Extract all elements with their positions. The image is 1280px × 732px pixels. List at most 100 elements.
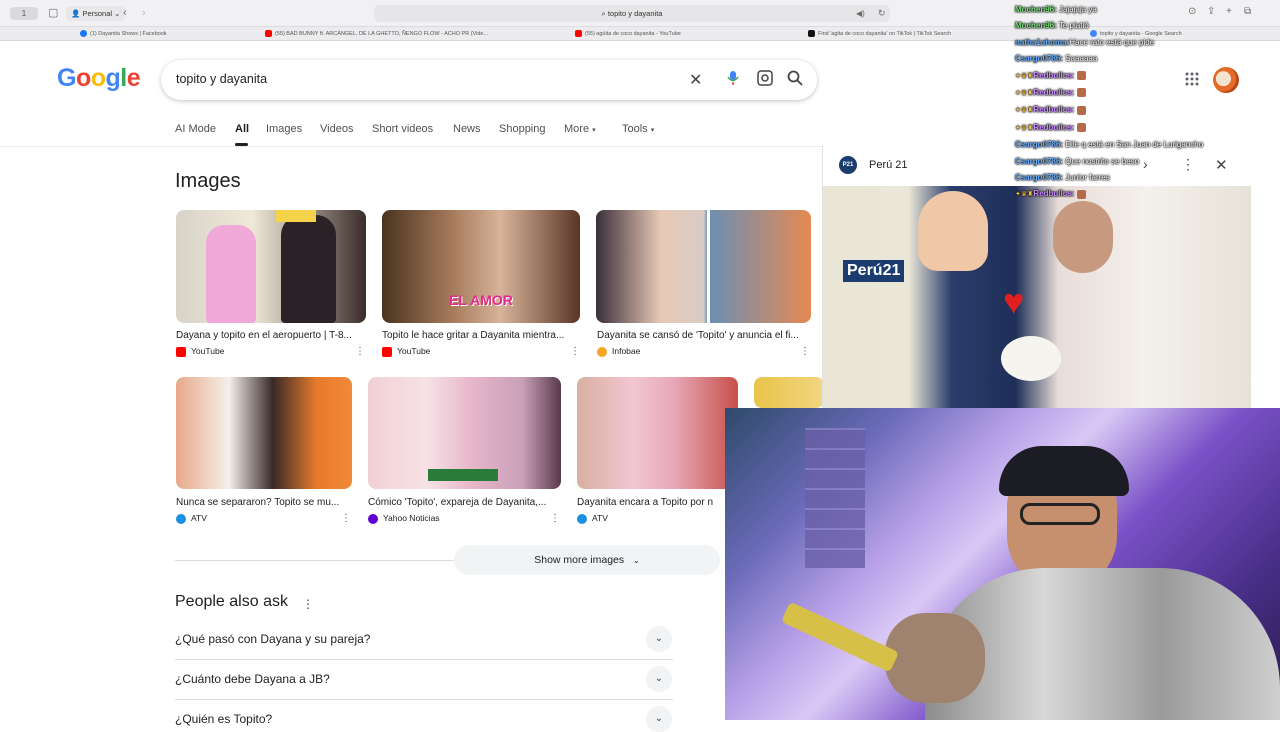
paa-question[interactable]: ¿Quién es Topito? (175, 712, 272, 726)
show-more-label: Show more images (534, 554, 625, 566)
chevron-down-icon[interactable]: ⌄ (646, 626, 672, 652)
more-options-icon[interactable]: ⋮ (355, 346, 365, 357)
tab-label: Find 'agita de coco dayanita' on TikTok … (818, 31, 952, 37)
sidebar-toggle-icon[interactable]: ▢ (48, 6, 58, 20)
image-source-label: YouTube (191, 346, 225, 356)
tab-tools-label: Tools (622, 123, 648, 135)
address-bar[interactable]: ⌕ topito y dayanita (374, 5, 890, 22)
tab-tiktok[interactable]: Find 'agita de coco dayanita' on TikTok … (808, 27, 1008, 41)
google-logo[interactable]: Google (57, 64, 141, 93)
panel-source-title[interactable]: Perú 21 (869, 159, 908, 171)
tab-videos[interactable]: Videos (320, 123, 353, 135)
profile-button[interactable]: 👤 Personal ⌄ (66, 6, 126, 21)
tab-shopping[interactable]: Shopping (499, 123, 546, 135)
back-icon[interactable]: ‹ (123, 6, 127, 20)
tab-more-label: More (564, 123, 590, 135)
tab-short-videos[interactable]: Short videos (372, 123, 433, 135)
show-more-images-button[interactable]: Show more images ⌄ (454, 545, 720, 575)
image-source[interactable]: ATV (577, 513, 608, 524)
tab-youtube-agua[interactable]: (55) agüita de coco dayanita - YouTube (575, 27, 775, 41)
image-source-label: YouTube (397, 346, 431, 356)
image-thumbnail[interactable] (176, 377, 352, 489)
image-thumbnail[interactable] (577, 377, 738, 489)
chevron-down-icon[interactable]: ⌄ (646, 666, 672, 692)
chat-username: Csargo0786: (1015, 54, 1064, 64)
chat-username: natha1ahoma: (1015, 37, 1070, 47)
chat-username: Mochen96: (1015, 21, 1057, 31)
wall-frames (805, 428, 865, 568)
profile-label: Personal (82, 9, 113, 18)
chat-badges-icon: ✦♛♜ (1015, 124, 1034, 132)
tab-youtube-badbunny[interactable]: (55) BAD BUNNY ft. ARCÁNGEL, DE LA GHETT… (265, 27, 505, 41)
tab-all[interactable]: All (235, 123, 249, 135)
tab-ai-mode[interactable]: AI Mode (175, 123, 216, 135)
image-caption[interactable]: Dayana y topito en el aeropuerto | T-8..… (176, 330, 366, 341)
paa-question[interactable]: ¿Qué pasó con Dayana y su pareja? (175, 632, 370, 646)
tab-images[interactable]: Images (266, 123, 302, 135)
image-caption[interactable]: Nunca se separaron? Topito se mu... (176, 497, 352, 508)
divider (175, 659, 673, 660)
image-source[interactable]: YouTube (382, 346, 430, 357)
caption-banner (428, 469, 498, 481)
chat-message: ✦♛♜Redbullcs: (1015, 85, 1265, 102)
emote-icon (1076, 105, 1086, 115)
image-source[interactable]: Yahoo Noticias (368, 513, 440, 524)
address-text: topito y dayanita (607, 9, 663, 18)
logo-letter: o (90, 64, 106, 92)
youtube-icon (575, 30, 582, 38)
paa-question[interactable]: ¿Cuánto debe Dayana a JB? (175, 672, 330, 686)
chat-username: Redbullcs: (1033, 105, 1075, 115)
image-caption[interactable]: Dayanita se cansó de 'Topito' y anuncia … (597, 330, 811, 341)
image-source-label: ATV (592, 513, 608, 523)
logo-letter: G (57, 64, 76, 92)
image-caption[interactable]: Cómico 'Topito', expareja de Dayanita,..… (368, 497, 561, 508)
more-options-icon[interactable]: ⋮ (302, 597, 314, 611)
image-source-label: Infobae (612, 346, 641, 356)
microphone-icon[interactable] (727, 70, 739, 90)
images-section-title: Images (175, 170, 241, 192)
tab-overview-button[interactable]: 1 (10, 7, 38, 20)
image-thumbnail[interactable] (754, 377, 824, 408)
image-caption[interactable]: Dayanita encara a Topito por n (577, 497, 724, 508)
image-caption[interactable]: Topito le hace gritar a Dayanita mientra… (382, 330, 580, 341)
chat-username: Csargo0786: (1015, 156, 1064, 166)
clear-icon[interactable]: ✕ (689, 70, 702, 90)
image-source-label: ATV (191, 513, 207, 523)
infobae-icon (597, 346, 607, 357)
peru21-logo: P21 (839, 156, 857, 174)
chat-text: Te platió (1058, 21, 1089, 31)
emote-icon (1076, 88, 1086, 98)
more-options-icon[interactable]: ⋮ (341, 513, 351, 524)
reload-icon[interactable]: ↻ (878, 6, 886, 20)
image-source[interactable]: YouTube (176, 346, 224, 357)
chat-username: Mochen96: (1015, 5, 1057, 14)
preview-image[interactable]: Perú21 ♥ (823, 186, 1251, 408)
lens-icon[interactable] (757, 70, 773, 90)
tab-news[interactable]: News (453, 123, 481, 135)
search-icon[interactable] (787, 70, 803, 90)
image-thumbnail[interactable] (596, 210, 811, 323)
forward-icon[interactable]: › (142, 6, 146, 20)
image-thumbnail[interactable] (176, 210, 366, 323)
image-source[interactable]: ATV (176, 513, 207, 524)
chat-username: Redbullcs: (1033, 122, 1075, 132)
more-options-icon[interactable]: ⋮ (800, 346, 810, 357)
tab-facebook[interactable]: (1) Dayanita Shows | Facebook (80, 27, 260, 41)
chat-badges-icon: ✦♛♜ (1015, 90, 1034, 98)
image-source-label: Yahoo Noticias (383, 513, 440, 523)
image-source[interactable]: Infobae (597, 346, 640, 357)
chat-text: Saaaaaa (1065, 54, 1098, 64)
more-options-icon[interactable]: ⋮ (550, 513, 560, 524)
caret-down-icon: ▾ (650, 127, 655, 134)
audio-icon[interactable]: ◀) (856, 7, 865, 21)
more-options-icon[interactable]: ⋮ (570, 346, 580, 357)
search-input[interactable]: topito y dayanita (176, 72, 267, 86)
tab-more[interactable]: More ▾ (564, 123, 596, 135)
chevron-down-icon[interactable]: ⌄ (646, 706, 672, 732)
bouquet (1001, 336, 1061, 381)
search-box[interactable]: topito y dayanita ✕ (161, 60, 817, 100)
image-thumbnail[interactable]: EL AMOR (382, 210, 580, 323)
tab-tools[interactable]: Tools ▾ (622, 123, 654, 135)
image-thumbnail[interactable] (368, 377, 561, 489)
chat-message: Csargo0786: Saaaaaa (1015, 51, 1265, 67)
